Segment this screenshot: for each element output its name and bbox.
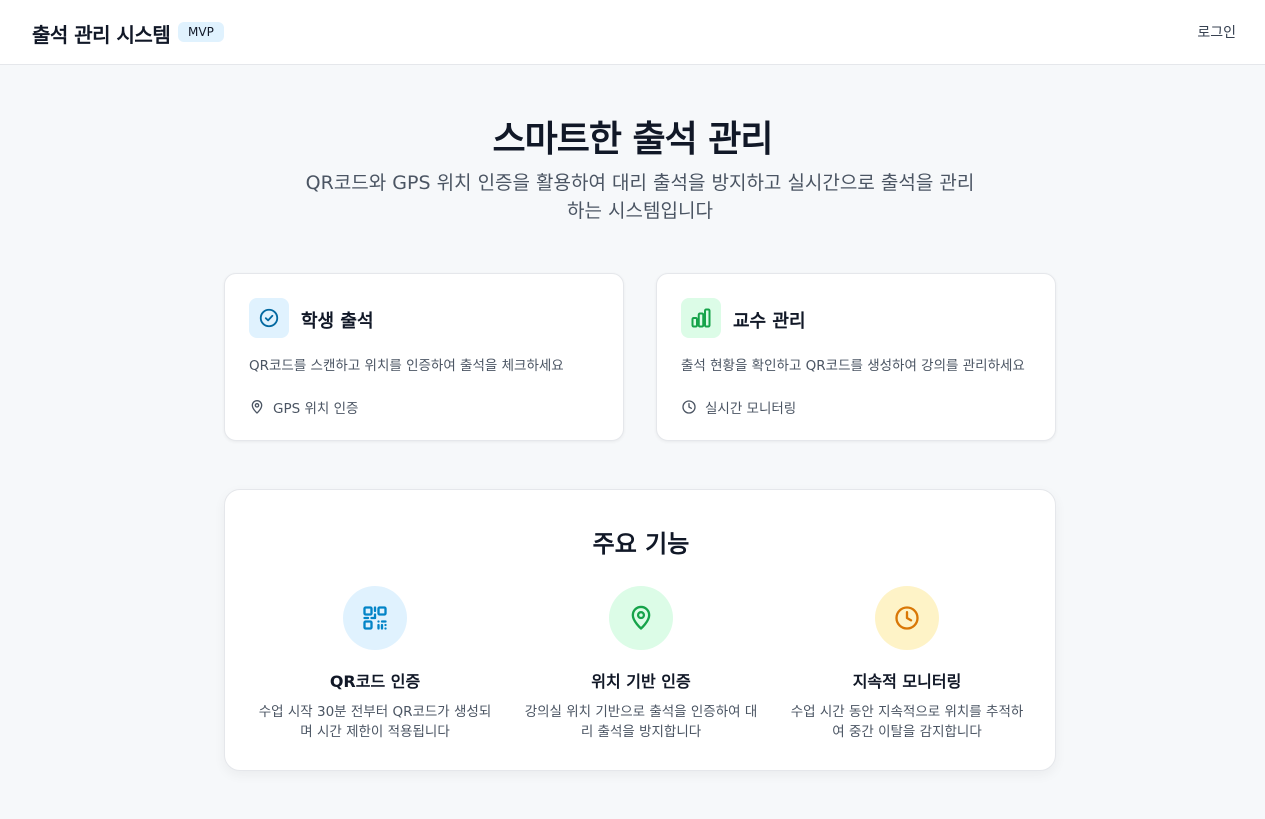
feature-title: 지속적 모니터링 [852, 672, 962, 691]
feature-description: 수업 시작 30분 전부터 QR코드가 생성되며 시간 제한이 적용됩니다 [258, 704, 492, 740]
check-circle-icon [249, 298, 289, 338]
card-description: 출석 현황을 확인하고 QR코드를 생성하여 강의를 관리하세요 [681, 358, 1025, 374]
qr-code-icon [343, 586, 407, 650]
feature-location-auth: 위치 기반 인증 강의실 위치 기반으로 출석을 인증하여 대리 출석을 방지합… [521, 586, 761, 742]
location-pin-icon [609, 586, 673, 650]
feature-description: 수업 시간 동안 지속적으로 위치를 추적하여 중간 이탈을 감지합니다 [790, 704, 1024, 740]
feature-continuous-monitoring: 지속적 모니터링 수업 시간 동안 지속적으로 위치를 추적하여 중간 이탈을 … [787, 586, 1027, 742]
bar-chart-icon [681, 298, 721, 338]
card-title: 학생 출석 [301, 311, 374, 332]
clock-icon [875, 586, 939, 650]
card-footer-label: GPS 위치 인증 [273, 401, 359, 417]
app-title: 출석 관리 시스템 [32, 23, 171, 47]
card-footer: 실시간 모니터링 [681, 397, 796, 417]
card-footer: GPS 위치 인증 [249, 397, 358, 417]
mvp-badge: MVP [178, 22, 224, 42]
feature-title: 위치 기반 인증 [591, 672, 691, 691]
top-header: 출석 관리 시스템 MVP 로그인 [0, 0, 1265, 65]
feature-description: 강의실 위치 기반으로 출석을 인증하여 대리 출석을 방지합니다 [524, 704, 758, 740]
login-button[interactable]: 로그인 [1197, 22, 1236, 42]
hero-title: 스마트한 출석 관리 [492, 119, 773, 160]
features-title: 주요 기능 [592, 530, 690, 558]
card-description: QR코드를 스캔하고 위치를 인증하여 출석을 체크하세요 [249, 358, 564, 374]
card-footer-label: 실시간 모니터링 [705, 401, 797, 417]
professor-management-card[interactable]: 교수 관리 출석 현황을 확인하고 QR코드를 생성하여 강의를 관리하세요 실… [656, 273, 1056, 441]
feature-qr-auth: QR코드 인증 수업 시작 30분 전부터 QR코드가 생성되며 시간 제한이 … [255, 586, 495, 742]
location-pin-icon [249, 399, 265, 415]
key-features-panel: 주요 기능 QR코드 인증 수업 시작 30분 전부터 QR코드가 생성되며 시… [224, 489, 1056, 771]
feature-title: QR코드 인증 [329, 672, 421, 691]
clock-icon [681, 399, 697, 415]
card-title: 교수 관리 [733, 311, 806, 332]
hero-subtitle: QR코드와 GPS 위치 인증을 활용하여 대리 출석을 방지하고 실시간으로 … [305, 172, 975, 222]
student-attendance-card[interactable]: 학생 출석 QR코드를 스캔하고 위치를 인증하여 출석을 체크하세요 GPS … [224, 273, 624, 441]
